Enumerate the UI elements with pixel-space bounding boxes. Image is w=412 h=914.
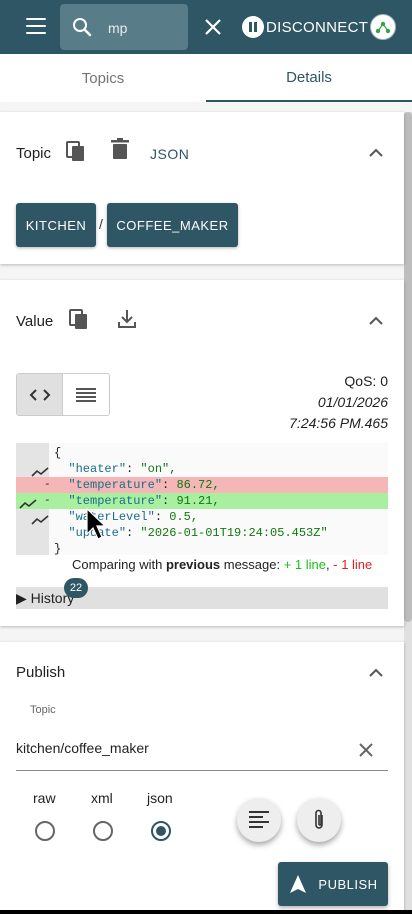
added-lines-count: + 1 line xyxy=(283,557,327,572)
publish-topic-input[interactable]: kitchen/coffee_maker xyxy=(16,740,149,756)
format-xml-label: xml xyxy=(91,790,113,806)
diff-line-text: "temperature": 91.21, xyxy=(68,494,220,508)
delete-icon[interactable] xyxy=(108,137,132,161)
topic-path-coffee-maker[interactable]: COFFEE_MAKER xyxy=(107,203,238,247)
paperclip-icon xyxy=(315,809,323,829)
format-json-radio[interactable] xyxy=(151,821,171,841)
tab-bar: Topics Details xyxy=(0,54,412,102)
chevron-up-icon[interactable] xyxy=(369,316,383,326)
diff-line-text: "heater": "on", xyxy=(68,462,177,476)
value-section-title: Value xyxy=(16,313,54,330)
app-bar: mp DISCONNECT xyxy=(0,0,412,54)
qos-label: QoS: 0 xyxy=(344,373,388,389)
history-count-badge: 22 xyxy=(64,578,88,598)
expand-arrow-icon: ▶ xyxy=(16,590,27,606)
disconnect-label: DISCONNECT xyxy=(266,18,369,36)
tab-details[interactable]: Details xyxy=(206,54,412,102)
diff-marker: - xyxy=(44,495,51,507)
compare-previous: previous xyxy=(165,557,221,572)
copy-icon[interactable] xyxy=(67,307,91,331)
chart-icon[interactable] xyxy=(31,515,49,525)
scrollbar-thumb[interactable] xyxy=(404,112,412,622)
format-raw-label: raw xyxy=(33,790,56,806)
view-mode-toggle xyxy=(16,373,110,416)
lines-icon xyxy=(76,387,96,402)
diff-line: { xyxy=(16,445,388,461)
menu-icon[interactable] xyxy=(26,18,48,36)
message-date: 01/01/2026 xyxy=(317,394,388,410)
diff-line: - "temperature": 91.21, xyxy=(16,493,388,509)
copy-icon[interactable] xyxy=(64,139,88,163)
align-left-icon xyxy=(249,811,269,828)
format-xml-radio[interactable] xyxy=(93,821,113,841)
chart-icon[interactable] xyxy=(19,499,37,509)
topic-path-separator: / xyxy=(99,216,103,232)
download-icon[interactable] xyxy=(115,307,139,331)
diff-line-text: "waterLevel": 0.5, xyxy=(68,510,199,524)
publish-section-title: Publish xyxy=(16,664,66,681)
chart-icon[interactable] xyxy=(31,467,49,477)
format-json-label: json xyxy=(147,790,173,806)
search-field[interactable]: mp xyxy=(60,4,188,50)
diff-marker: - xyxy=(44,479,51,491)
code-view-button[interactable] xyxy=(17,374,64,415)
raw-view-button[interactable] xyxy=(63,374,109,415)
publish-label: PUBLISH xyxy=(318,876,378,892)
clear-icon[interactable] xyxy=(358,742,374,758)
format-raw-radio[interactable] xyxy=(35,821,55,841)
diff-line: - "temperature": 86.72, xyxy=(16,477,388,493)
compare-summary: Comparing with previous message: + 1 lin… xyxy=(72,557,372,572)
diff-line: "update": "2026-01-01T19:24:05.453Z" xyxy=(16,525,388,541)
diff-line: "heater": "on", xyxy=(16,461,388,477)
topic-section-title: Topic xyxy=(16,145,52,162)
diff-line: "waterLevel": 0.5, xyxy=(16,509,388,525)
pause-icon xyxy=(242,16,264,38)
chevron-up-icon[interactable] xyxy=(369,148,383,158)
publish-topic-label: Topic xyxy=(30,704,56,716)
attach-file-button[interactable] xyxy=(297,798,341,842)
format-label[interactable]: JSON xyxy=(150,146,189,162)
format-text-button[interactable] xyxy=(237,798,281,842)
diff-line: } xyxy=(16,541,388,557)
compare-prefix: Comparing with xyxy=(72,557,166,572)
message-time: 7:24:56 PM.465 xyxy=(289,415,388,431)
close-icon[interactable] xyxy=(202,16,224,38)
topic-input-underline xyxy=(16,770,388,771)
diff-line-text: "temperature": 86.72, xyxy=(68,478,220,492)
code-icon xyxy=(29,388,50,401)
publish-button[interactable]: PUBLISH xyxy=(278,862,388,906)
search-input[interactable]: mp xyxy=(108,20,127,36)
diff-line-text: { xyxy=(54,446,62,460)
compare-mid: message: xyxy=(220,557,284,572)
send-icon xyxy=(290,875,307,893)
search-icon xyxy=(73,18,92,37)
chevron-up-icon[interactable] xyxy=(369,668,383,678)
removed-lines-count: - 1 line xyxy=(333,557,373,572)
connection-status-icon[interactable] xyxy=(370,14,396,40)
disconnect-button[interactable]: DISCONNECT xyxy=(242,14,368,40)
bottom-edge xyxy=(0,910,412,914)
mouse-cursor-icon xyxy=(86,508,107,540)
tab-topics[interactable]: Topics xyxy=(0,54,206,102)
topic-path-kitchen[interactable]: KITCHEN xyxy=(16,203,96,247)
diff-line-text: } xyxy=(54,542,62,556)
